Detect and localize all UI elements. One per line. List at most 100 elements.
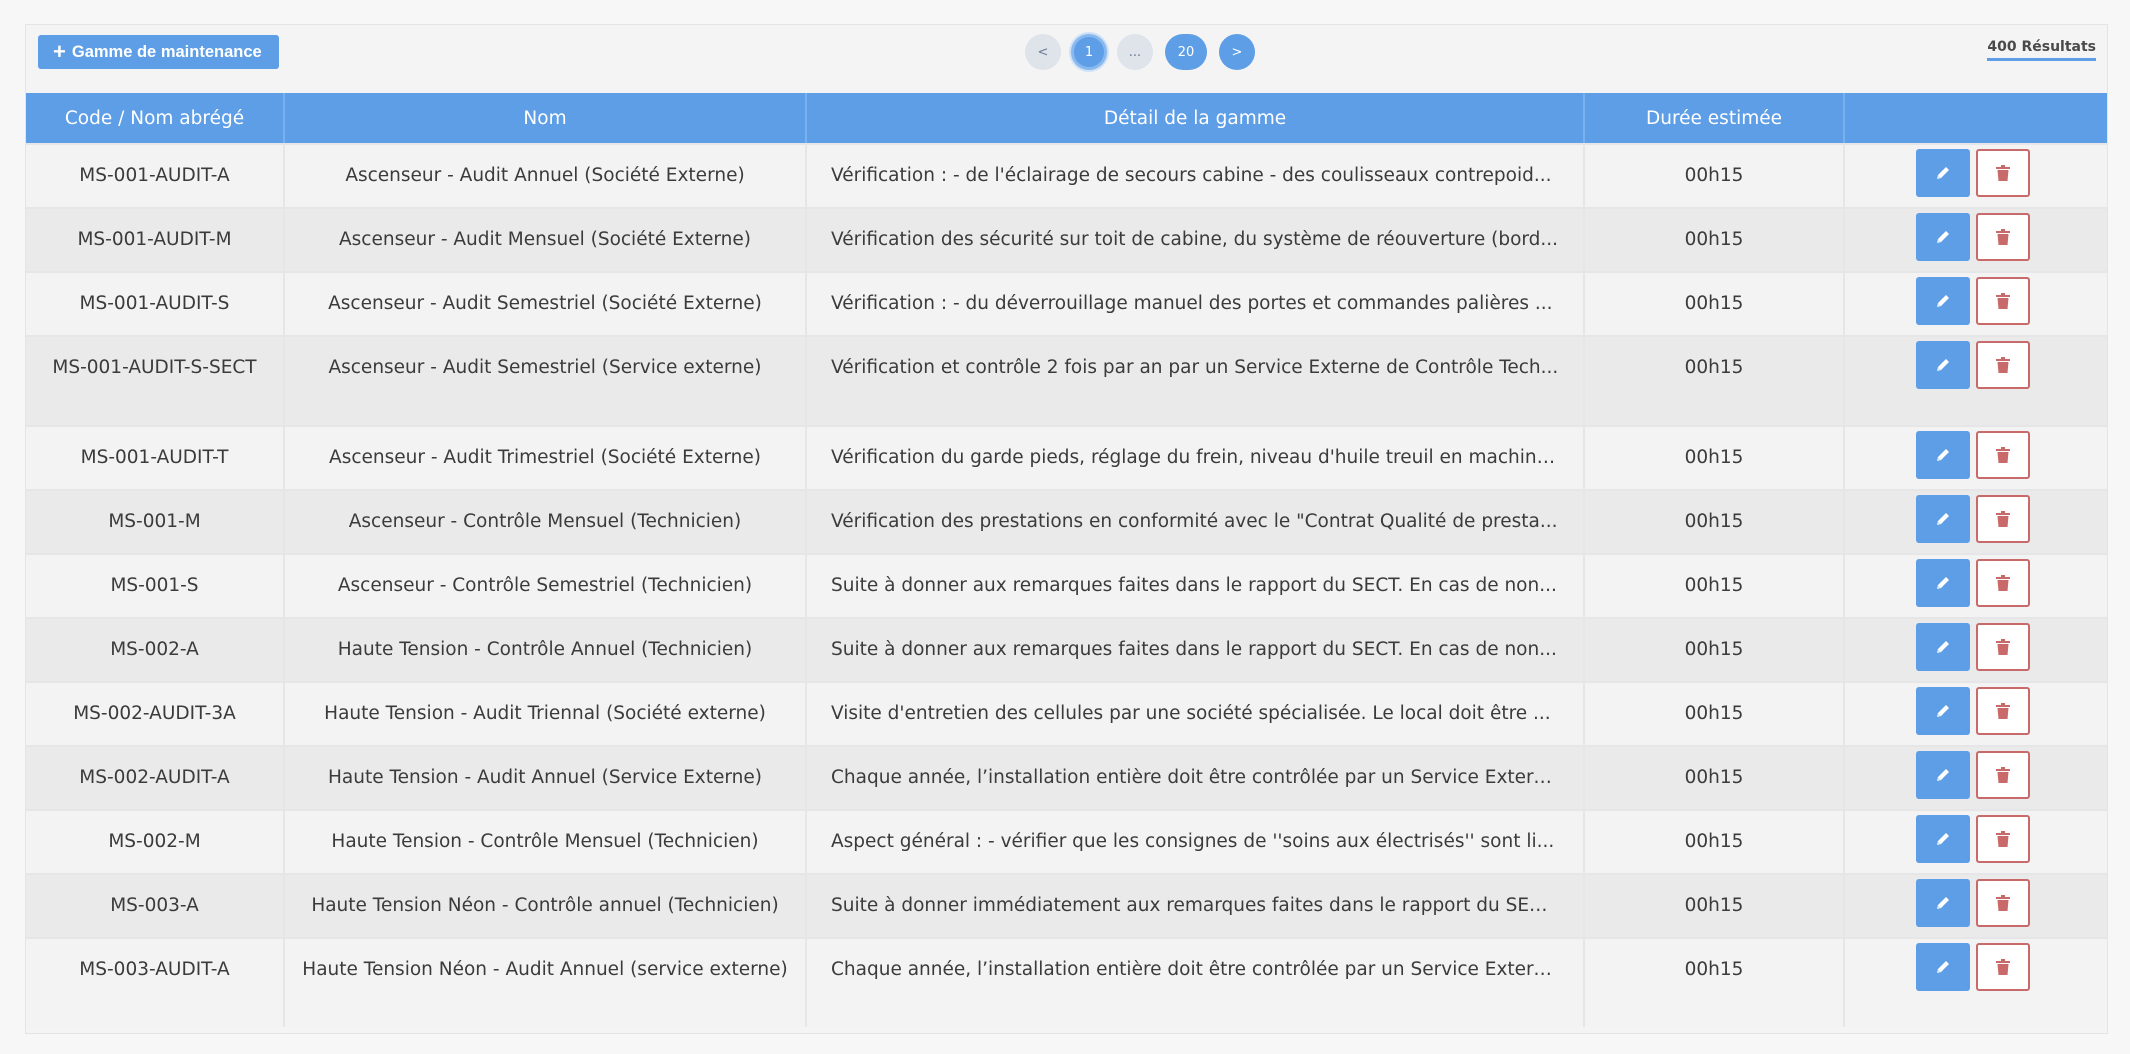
- edit-button[interactable]: [1916, 559, 1970, 607]
- edit-button[interactable]: [1916, 943, 1970, 991]
- table-row[interactable]: MS-001-M Ascenseur - Contrôle Mensuel (Te…: [26, 489, 2107, 553]
- cell-code: MS-002-A: [26, 619, 285, 681]
- cell-code: MS-002-AUDIT-3A: [26, 683, 285, 745]
- delete-button[interactable]: [1976, 495, 2030, 543]
- delete-button[interactable]: [1976, 815, 2030, 863]
- column-header-code[interactable]: Code / Nom abrégé: [26, 93, 285, 143]
- cell-actions: [1845, 875, 2107, 937]
- table-row[interactable]: MS-001-AUDIT-A Ascenseur - Audit Annuel (…: [26, 143, 2107, 207]
- gammes-panel: + Gamme de maintenance < 1 ... 20 > 400 …: [25, 24, 2108, 1034]
- edit-button[interactable]: [1916, 431, 1970, 479]
- column-header-detail[interactable]: Détail de la gamme: [807, 93, 1585, 143]
- pencil-icon: [1935, 831, 1951, 847]
- column-header-duree[interactable]: Durée estimée: [1585, 93, 1845, 143]
- delete-button[interactable]: [1976, 559, 2030, 607]
- table-row[interactable]: MS-001-AUDIT-S-SECT Ascenseur - Audit Sem…: [26, 335, 2107, 425]
- edit-button[interactable]: [1916, 879, 1970, 927]
- add-gamme-button[interactable]: + Gamme de maintenance: [38, 35, 279, 69]
- trash-icon: [1996, 575, 2010, 591]
- pencil-icon: [1935, 357, 1951, 373]
- edit-button[interactable]: [1916, 623, 1970, 671]
- cell-detail: Chaque année, l’installation entière doi…: [807, 747, 1585, 809]
- delete-button[interactable]: [1976, 277, 2030, 325]
- pagination-next-button[interactable]: >: [1219, 34, 1255, 70]
- cell-code: MS-001-AUDIT-A: [26, 145, 285, 207]
- delete-button[interactable]: [1976, 341, 2030, 389]
- delete-button[interactable]: [1976, 751, 2030, 799]
- pencil-icon: [1935, 575, 1951, 591]
- cell-detail: Vérification des prestations en conformi…: [807, 491, 1585, 553]
- delete-button[interactable]: [1976, 149, 2030, 197]
- edit-button[interactable]: [1916, 687, 1970, 735]
- results-count: 400 Résultats: [1987, 39, 2096, 61]
- cell-detail: Suite à donner immédiatement aux remarqu…: [807, 875, 1585, 937]
- cell-detail: Vérification : - du déverrouillage manue…: [807, 273, 1585, 335]
- cell-duree: 00h15: [1585, 491, 1845, 553]
- delete-button[interactable]: [1976, 623, 2030, 671]
- pagination-prev-button[interactable]: <: [1025, 34, 1061, 70]
- cell-detail: Vérification : - de l'éclairage de secou…: [807, 145, 1585, 207]
- cell-duree: 00h15: [1585, 555, 1845, 617]
- cell-nom: Haute Tension Néon - Audit Annuel (servi…: [285, 939, 807, 1027]
- cell-actions: [1845, 747, 2107, 809]
- edit-button[interactable]: [1916, 149, 1970, 197]
- cell-duree: 00h15: [1585, 145, 1845, 207]
- table-row[interactable]: MS-002-AUDIT-3A Haute Tension - Audit Tri…: [26, 681, 2107, 745]
- cell-detail: Aspect général : - vérifier que les cons…: [807, 811, 1585, 873]
- delete-button[interactable]: [1976, 687, 2030, 735]
- pagination-page-last[interactable]: 20: [1165, 34, 1207, 70]
- gammes-table: Code / Nom abrégé Nom Détail de la gamme…: [26, 93, 2107, 1027]
- cell-code: MS-002-M: [26, 811, 285, 873]
- cell-actions: [1845, 619, 2107, 681]
- edit-button[interactable]: [1916, 815, 1970, 863]
- cell-nom: Ascenseur - Audit Trimestriel (Société E…: [285, 427, 807, 489]
- cell-actions: [1845, 273, 2107, 335]
- cell-actions: [1845, 683, 2107, 745]
- trash-icon: [1996, 357, 2010, 373]
- column-header-nom[interactable]: Nom: [285, 93, 807, 143]
- edit-button[interactable]: [1916, 341, 1970, 389]
- table-row[interactable]: MS-001-AUDIT-S Ascenseur - Audit Semestri…: [26, 271, 2107, 335]
- cell-duree: 00h15: [1585, 747, 1845, 809]
- delete-button[interactable]: [1976, 943, 2030, 991]
- edit-button[interactable]: [1916, 751, 1970, 799]
- cell-duree: 00h15: [1585, 273, 1845, 335]
- table-row[interactable]: MS-001-AUDIT-M Ascenseur - Audit Mensuel …: [26, 207, 2107, 271]
- cell-code: MS-001-S: [26, 555, 285, 617]
- cell-actions: [1845, 337, 2107, 425]
- cell-detail: Suite à donner aux remarques faites dans…: [807, 555, 1585, 617]
- table-row[interactable]: MS-003-A Haute Tension Néon - Contrôle an…: [26, 873, 2107, 937]
- trash-icon: [1996, 895, 2010, 911]
- edit-button[interactable]: [1916, 277, 1970, 325]
- table-row[interactable]: MS-002-M Haute Tension - Contrôle Mensuel…: [26, 809, 2107, 873]
- pagination-page-current[interactable]: 1: [1071, 34, 1107, 70]
- table-row[interactable]: MS-002-A Haute Tension - Contrôle Annuel …: [26, 617, 2107, 681]
- table-row[interactable]: MS-002-AUDIT-A Haute Tension - Audit Annu…: [26, 745, 2107, 809]
- delete-button[interactable]: [1976, 431, 2030, 479]
- delete-button[interactable]: [1976, 879, 2030, 927]
- table-row[interactable]: MS-001-S Ascenseur - Contrôle Semestriel …: [26, 553, 2107, 617]
- cell-actions: [1845, 427, 2107, 489]
- cell-nom: Ascenseur - Audit Semestriel (Société Ex…: [285, 273, 807, 335]
- cell-duree: 00h15: [1585, 337, 1845, 425]
- table-row[interactable]: MS-003-AUDIT-A Haute Tension Néon - Audit…: [26, 937, 2107, 1027]
- pencil-icon: [1935, 165, 1951, 181]
- pencil-icon: [1935, 293, 1951, 309]
- cell-nom: Ascenseur - Audit Mensuel (Société Exter…: [285, 209, 807, 271]
- delete-button[interactable]: [1976, 213, 2030, 261]
- trash-icon: [1996, 447, 2010, 463]
- cell-code: MS-003-A: [26, 875, 285, 937]
- edit-button[interactable]: [1916, 213, 1970, 261]
- cell-actions: [1845, 555, 2107, 617]
- pencil-icon: [1935, 511, 1951, 527]
- pencil-icon: [1935, 895, 1951, 911]
- cell-detail: Vérification et contrôle 2 fois par an p…: [807, 337, 1585, 425]
- pagination-ellipsis[interactable]: ...: [1117, 34, 1153, 70]
- pencil-icon: [1935, 767, 1951, 783]
- cell-duree: 00h15: [1585, 427, 1845, 489]
- cell-duree: 00h15: [1585, 209, 1845, 271]
- cell-duree: 00h15: [1585, 875, 1845, 937]
- cell-code: MS-003-AUDIT-A: [26, 939, 285, 1027]
- edit-button[interactable]: [1916, 495, 1970, 543]
- table-row[interactable]: MS-001-AUDIT-T Ascenseur - Audit Trimestr…: [26, 425, 2107, 489]
